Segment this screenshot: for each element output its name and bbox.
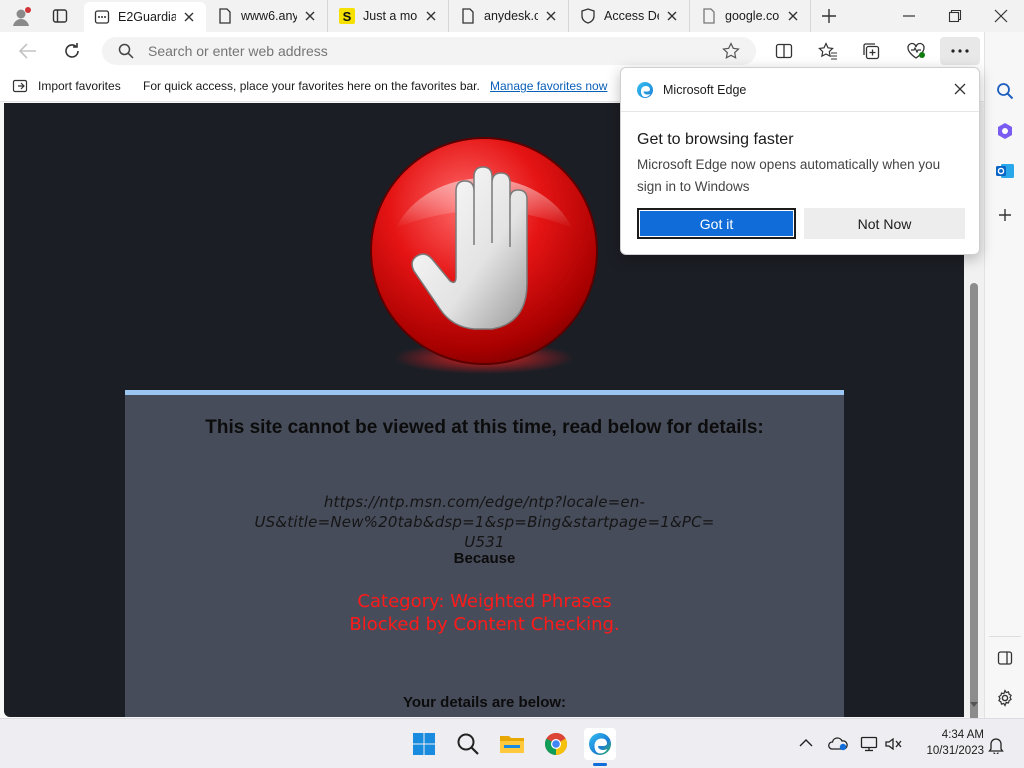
notification-bell-icon[interactable] [988, 736, 1004, 754]
page-icon [94, 9, 110, 25]
address-bar[interactable] [102, 37, 756, 65]
file-explorer-icon[interactable] [496, 728, 528, 760]
tab-google[interactable]: google.co [691, 0, 811, 32]
popup-header: Microsoft Edge [621, 68, 979, 112]
tab-www6[interactable]: www6.any [207, 0, 328, 32]
refresh-button[interactable] [62, 41, 82, 61]
blocked-url-line: https://ntp.msn.com/edge/ntp?locale=en-U… [254, 493, 715, 531]
scroll-thumb[interactable] [970, 283, 978, 723]
profile-icon[interactable] [10, 6, 32, 28]
address-input[interactable] [148, 37, 708, 65]
restore-button[interactable] [948, 9, 962, 23]
sidebar-discover-icon[interactable] [993, 119, 1017, 143]
close-icon[interactable] [424, 9, 438, 23]
close-icon[interactable] [544, 9, 558, 23]
edge-taskbar-icon[interactable] [584, 728, 616, 760]
document-icon [460, 8, 476, 24]
import-favorites-label: Import favorites [38, 79, 121, 93]
popup-close-icon[interactable] [954, 83, 966, 95]
tab-title: anydesk.co [484, 9, 538, 23]
close-window-button[interactable] [994, 9, 1008, 23]
sidebar-search-icon[interactable] [993, 79, 1017, 103]
close-icon[interactable] [182, 10, 196, 24]
not-now-button[interactable]: Not Now [804, 208, 965, 239]
sidebar-outlook-icon[interactable] [993, 159, 1017, 183]
blocked-url: https://ntp.msn.com/edge/ntp?locale=en-U… [125, 492, 844, 552]
favorite-star-icon[interactable] [722, 42, 740, 60]
tab-title: E2Guardian [118, 10, 176, 24]
more-menu-button[interactable] [940, 37, 980, 65]
because-label: Because [453, 550, 516, 567]
s-logo-icon: S [339, 8, 355, 24]
favorites-icon[interactable] [818, 42, 838, 60]
tab-access-denied[interactable]: Access De [570, 0, 690, 32]
back-button[interactable] [18, 42, 38, 60]
tab-just-a-moment[interactable]: S Just a mo [329, 0, 449, 32]
search-icon [118, 43, 134, 59]
popup-app-name: Microsoft Edge [663, 83, 747, 97]
volume-muted-icon[interactable] [884, 736, 904, 752]
close-icon[interactable] [786, 9, 800, 23]
popup-heading: Get to browsing faster [637, 131, 794, 148]
hide-sidebar-icon[interactable] [993, 646, 1017, 670]
tab-anydesk[interactable]: anydesk.co [450, 0, 569, 32]
block-title: This site cannot be viewed at this time,… [205, 417, 764, 438]
details-label: Your details are below: [402, 694, 567, 711]
chrome-icon[interactable] [540, 728, 572, 760]
tab-e2guardian[interactable]: E2Guardian [84, 2, 206, 32]
new-tab-button[interactable] [821, 8, 837, 24]
start-windows-icon[interactable] [408, 728, 440, 760]
browser-essentials-icon[interactable] [906, 42, 926, 60]
clock-time[interactable]: 4:34 AM [920, 729, 984, 741]
sidebar [984, 32, 1024, 718]
taskbar-active-indicator [593, 763, 607, 766]
tab-title: www6.any [241, 9, 297, 23]
taskbar: 4:34 AM 10/31/2023 [0, 718, 1024, 768]
stop-hand-icon [364, 133, 604, 383]
import-icon [12, 78, 30, 94]
block-message-panel: This site cannot be viewed at this time,… [125, 390, 844, 717]
edge-startup-popup: Microsoft Edge Get to browsing faster Mi… [620, 67, 980, 255]
close-icon[interactable] [303, 9, 317, 23]
document-icon [701, 8, 717, 24]
split-screen-icon[interactable] [775, 42, 793, 60]
network-display-icon[interactable] [860, 736, 880, 752]
svg-text:S: S [343, 9, 352, 24]
minimize-button[interactable] [902, 10, 916, 22]
block-category: Category: Weighted Phrases [357, 591, 612, 612]
shield-icon [580, 8, 596, 24]
import-favorites-button[interactable]: Import favorites [12, 78, 121, 94]
tab-title: Access De [604, 9, 659, 23]
edge-logo-icon [636, 81, 654, 99]
tab-actions-icon[interactable] [52, 8, 68, 24]
blocked-url-line: U531 [464, 533, 505, 551]
block-reason: Blocked by Content Checking. [349, 614, 620, 635]
tab-strip: E2Guardian www6.any S Just a mo anydesk.… [0, 0, 1024, 32]
manage-favorites-link[interactable]: Manage favorites now [490, 79, 607, 93]
show-hidden-icons-chevron-icon[interactable] [799, 738, 813, 748]
taskbar-search-icon[interactable] [452, 728, 484, 760]
tab-title: google.co [725, 9, 780, 23]
clock-date[interactable]: 10/31/2023 [910, 745, 984, 757]
document-icon [217, 8, 233, 24]
sidebar-add-icon[interactable] [993, 203, 1017, 227]
onedrive-cloud-icon[interactable] [828, 736, 848, 752]
settings-gear-icon[interactable] [993, 686, 1017, 710]
favorites-hint: For quick access, place your favorites h… [143, 79, 480, 93]
sidebar-divider [989, 636, 1021, 637]
collections-icon[interactable] [862, 42, 880, 60]
tab-title: Just a mo [363, 9, 418, 23]
popup-body-text: Microsoft Edge now opens automatically w… [637, 157, 941, 194]
close-icon[interactable] [665, 9, 679, 23]
got-it-button[interactable]: Got it [637, 208, 796, 239]
scroll-down-arrow-icon[interactable] [969, 701, 979, 709]
